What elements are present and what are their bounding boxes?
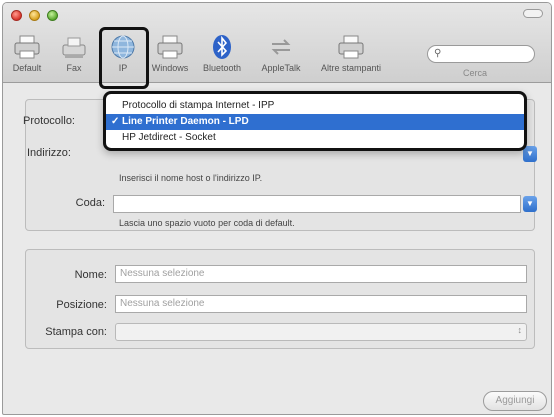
checkmark-icon: ✓ (111, 116, 120, 127)
toolbar-item-label: Bluetooth (202, 63, 242, 73)
address-popup-button[interactable]: ▼ (523, 146, 537, 162)
protocol-label: Protocollo: (23, 115, 75, 127)
menu-item-label: Protocollo di stampa Internet - IPP (122, 100, 275, 111)
other-printers-icon (338, 35, 364, 59)
zoom-window-button[interactable] (47, 10, 58, 21)
toolbar-item-label: Fax (66, 63, 82, 73)
toolbar-toggle-button[interactable] (523, 9, 543, 18)
toolbar-item-default[interactable]: Default (7, 33, 47, 79)
printer-default-icon (14, 35, 40, 59)
add-button[interactable]: Aggiungi (483, 391, 547, 411)
bluetooth-icon (213, 35, 231, 59)
search-icon: ⚲ (434, 48, 442, 59)
name-field[interactable]: Nessuna selezione (115, 265, 527, 283)
toolbar: Default Fax IP Windows Bluetooth AppleTa… (3, 3, 551, 89)
toolbar-item-other-printers[interactable]: Altre stampanti (311, 33, 391, 79)
toolbar-item-label: Default (12, 63, 42, 73)
queue-popup-button[interactable]: ▼ (523, 196, 537, 212)
close-window-button[interactable] (11, 10, 22, 21)
toolbar-item-label: AppleTalk (261, 63, 301, 73)
search-field[interactable]: ⚲ (427, 45, 535, 63)
toolbar-item-appletalk[interactable]: AppleTalk (255, 33, 307, 79)
toolbar-item-fax[interactable]: Fax (57, 33, 91, 79)
protocol-menu-item-ipp[interactable]: Protocollo di stampa Internet - IPP (106, 98, 524, 114)
print-with-select[interactable]: ↕ (115, 323, 527, 341)
search-label: Cerca (463, 68, 488, 78)
menu-item-label: HP Jetdirect - Socket (122, 132, 216, 143)
minimize-window-button[interactable] (29, 10, 40, 21)
protocol-menu: Protocollo di stampa Internet - IPP ✓ Li… (103, 91, 527, 151)
fax-icon (62, 37, 86, 58)
location-field[interactable]: Nessuna selezione (115, 295, 527, 313)
address-label: Indirizzo: (26, 147, 71, 159)
menu-item-label: Line Printer Daemon - LPD (122, 116, 249, 127)
address-hint: Inserisci il nome host o l'indirizzo IP. (119, 173, 263, 183)
windows-printer-icon (157, 35, 183, 59)
queue-field[interactable] (113, 195, 521, 213)
add-printer-window: Default Fax IP Windows Bluetooth AppleTa… (2, 2, 552, 415)
protocol-menu-item-lpd[interactable]: ✓ Line Printer Daemon - LPD (106, 114, 524, 130)
toolbar-item-label: Windows (151, 63, 189, 73)
print-with-label: Stampa con: (45, 326, 107, 338)
stepper-arrows-icon: ↕ (517, 325, 523, 335)
location-label: Posizione: (56, 299, 107, 311)
ip-highlight-box (99, 27, 149, 89)
queue-label: Coda: (75, 197, 105, 209)
toolbar-item-label: Altre stampanti (320, 63, 382, 73)
name-label: Nome: (74, 269, 107, 281)
toolbar-item-windows[interactable]: Windows (147, 33, 193, 79)
queue-hint: Lascia uno spazio vuoto per coda di defa… (119, 218, 295, 228)
appletalk-icon (271, 39, 291, 55)
protocol-menu-item-socket[interactable]: HP Jetdirect - Socket (106, 130, 524, 146)
toolbar-item-bluetooth[interactable]: Bluetooth (199, 33, 245, 79)
